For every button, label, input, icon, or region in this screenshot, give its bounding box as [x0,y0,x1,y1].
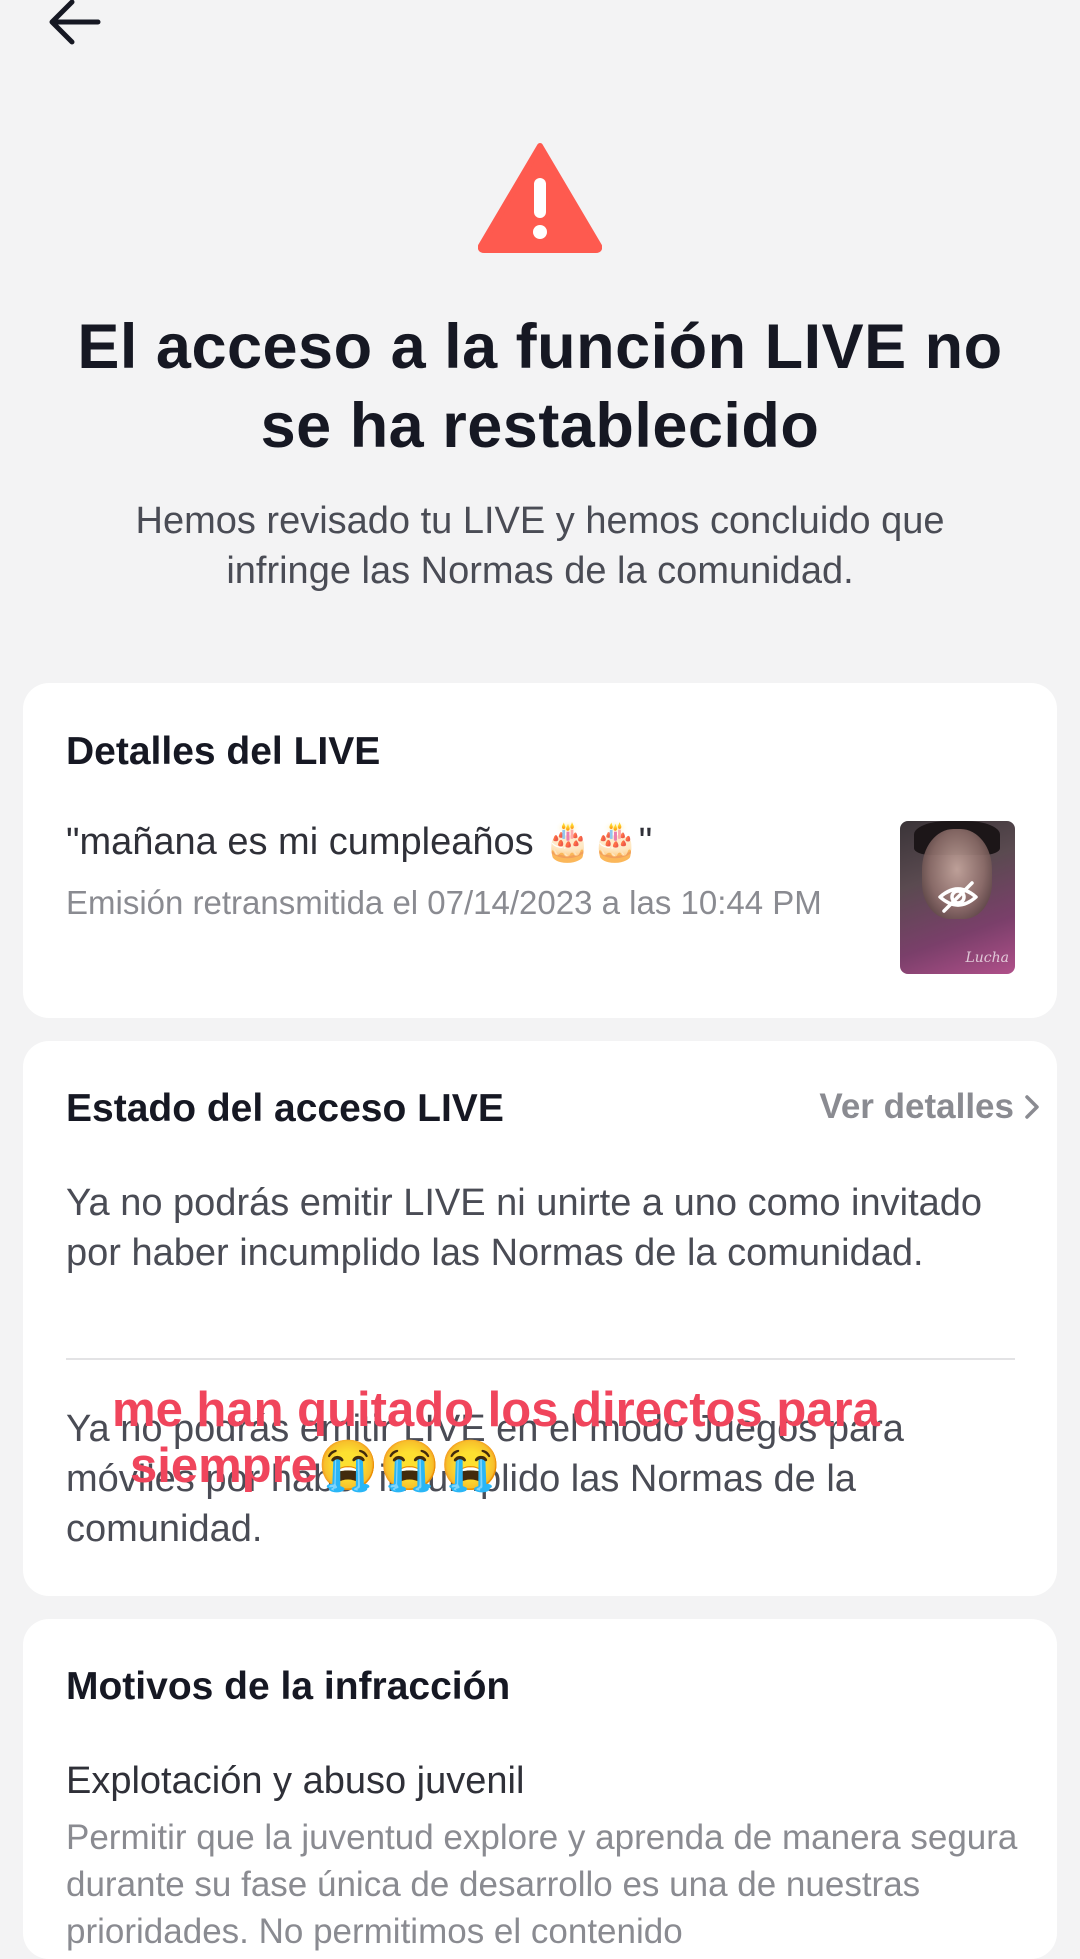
live-thumbnail[interactable]: Lucha [900,821,1015,974]
eye-off-icon [938,881,978,913]
reason-description: Permitir que la juventud explore y apren… [66,1818,1018,1951]
live-name: "mañana es mi cumpleaños 🎂🎂" [66,821,653,863]
chevron-right-icon [1025,1095,1039,1119]
back-button[interactable] [44,0,104,52]
access-status-title: Estado del acceso LIVE [66,1087,504,1130]
reason-title: Explotación y abuso juvenil [66,1760,525,1802]
see-details-label: Ver detalles [819,1087,1014,1126]
warning-triangle-icon [478,143,602,253]
access-status-text-1: Ya no podrás emitir LIVE ni unirte a uno… [66,1182,983,1274]
thumbnail-watermark: Lucha [965,950,1009,966]
page-title: El acceso a la función LIVE no se ha res… [77,312,1003,461]
see-details-link[interactable]: Ver detalles [819,1087,1040,1127]
divider [66,1358,1015,1360]
broadcast-info: Emisión retransmitida el 07/14/2023 a la… [66,884,822,921]
arrow-left-icon [49,0,101,45]
page-subtitle: Hemos revisado tu LIVE y hemos concluido… [135,500,945,592]
violation-reasons-title: Motivos de la infracción [66,1665,511,1708]
live-details-title: Detalles del LIVE [66,730,381,773]
access-status-text-2: Ya no podrás emitir LIVE en el modo Jueg… [66,1408,904,1550]
